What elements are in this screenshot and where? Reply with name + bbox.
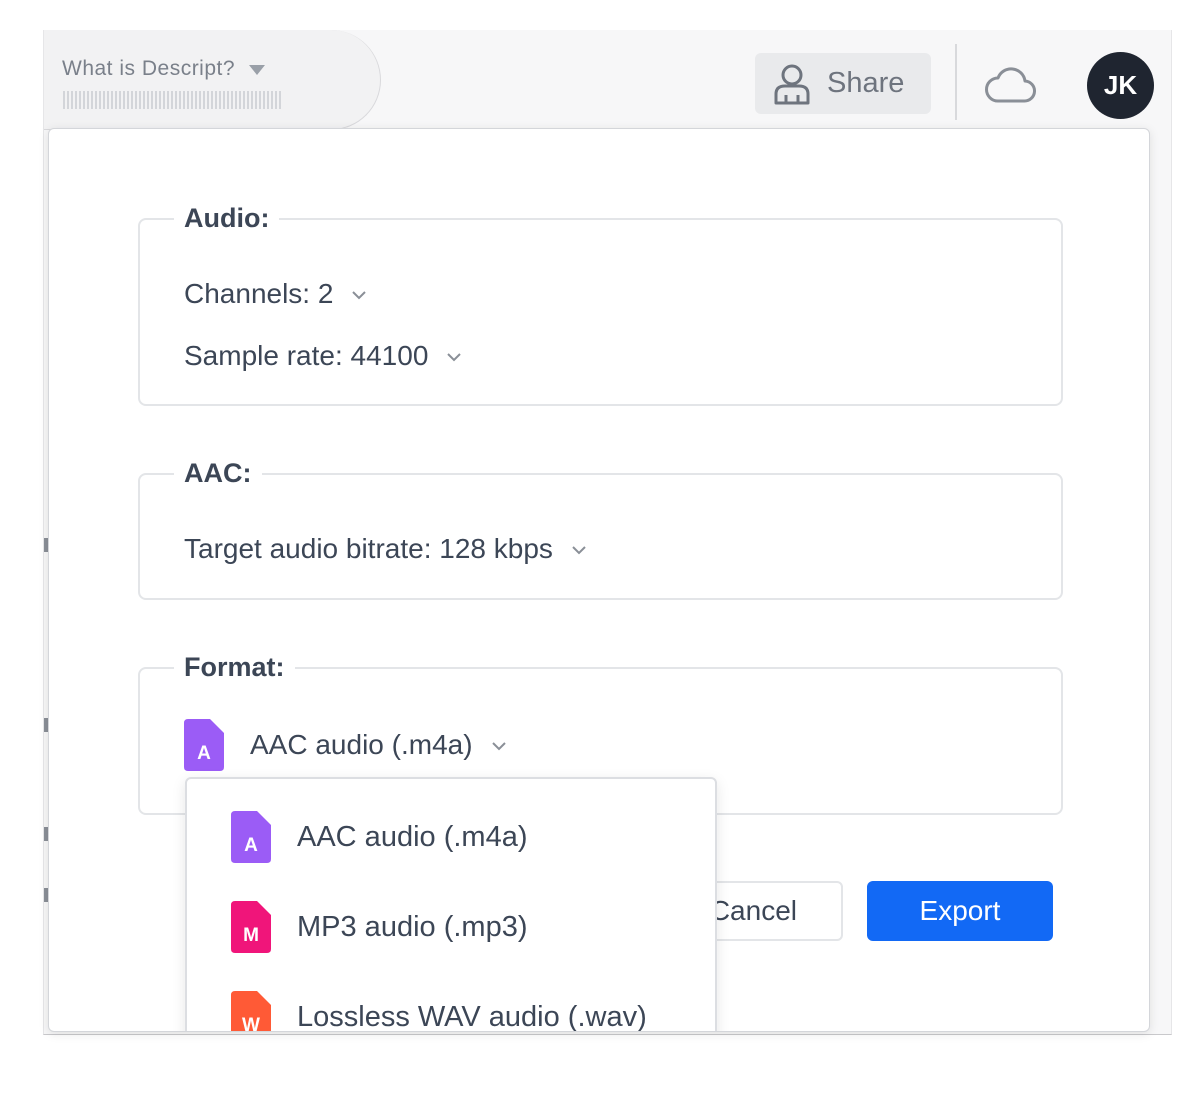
format-legend: Format: (184, 652, 285, 682)
chevron-down-icon (572, 546, 586, 555)
chevron-down-icon (491, 742, 506, 751)
format-option-aac[interactable]: A AAC audio (.m4a) (231, 811, 528, 863)
aac-file-icon: A (231, 811, 271, 863)
waveform-icon (63, 91, 283, 109)
header-divider (955, 44, 957, 120)
format-options-menu: A AAC audio (.m4a) M MP3 audio (.mp3) W … (185, 777, 717, 1032)
avatar[interactable]: JK (1087, 52, 1154, 119)
channels-dropdown[interactable]: Channels: 2 (184, 278, 367, 310)
svg-text:W: W (242, 1015, 260, 1032)
caret-down-icon (249, 65, 266, 75)
bitrate-dropdown[interactable]: Target audio bitrate: 128 kbps (184, 533, 587, 565)
sample-rate-dropdown[interactable]: Sample rate: 44100 (184, 340, 462, 372)
document-title-dropdown[interactable]: What is Descript? (62, 57, 266, 81)
document-tab[interactable]: What is Descript? (44, 30, 381, 130)
share-label: Share (827, 67, 905, 99)
format-option-label: AAC audio (.m4a) (297, 820, 528, 853)
svg-text:M: M (243, 925, 259, 946)
format-option-label: MP3 audio (.mp3) (297, 910, 528, 943)
document-title: What is Descript? (62, 57, 236, 80)
channels-label: Channels: 2 (184, 278, 334, 309)
aac-file-icon: A (184, 719, 224, 771)
svg-text:A: A (244, 835, 258, 856)
audio-legend: Audio: (184, 203, 270, 233)
export-dialog: Audio: Channels: 2 Sample rate: 44100 AA… (48, 128, 1150, 1032)
user-icon (774, 64, 810, 104)
audio-settings-group: Audio: Channels: 2 Sample rate: 44100 (138, 203, 1063, 406)
format-selected-label: AAC audio (.m4a) (250, 729, 473, 760)
bitrate-label: Target audio bitrate: 128 kbps (184, 533, 553, 564)
format-option-label: Lossless WAV audio (.wav) (297, 1000, 647, 1032)
format-option-mp3[interactable]: M MP3 audio (.mp3) (231, 901, 528, 953)
svg-text:A: A (197, 743, 211, 764)
chevron-down-icon (352, 291, 367, 300)
chevron-down-icon (447, 353, 462, 362)
avatar-initials: JK (1103, 70, 1138, 100)
wav-file-icon: W (231, 991, 271, 1032)
format-dropdown[interactable]: A AAC audio (.m4a) (184, 719, 507, 771)
share-button[interactable]: Share (755, 53, 931, 114)
cloud-icon[interactable] (984, 64, 1036, 104)
mp3-file-icon: M (231, 901, 271, 953)
export-button[interactable]: Export (867, 881, 1053, 941)
sample-rate-label: Sample rate: 44100 (184, 340, 429, 371)
aac-settings-group: AAC: Target audio bitrate: 128 kbps (138, 458, 1063, 600)
format-option-wav[interactable]: W Lossless WAV audio (.wav) (231, 991, 647, 1032)
aac-legend: AAC: (184, 458, 252, 488)
